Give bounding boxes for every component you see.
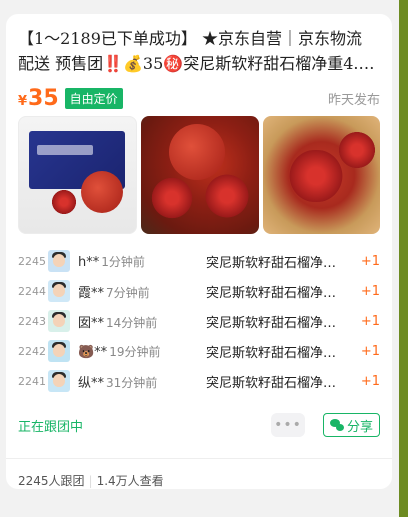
product-image-gallery xyxy=(18,116,380,234)
pomegranate-seeds-graphic xyxy=(49,189,79,215)
order-item: 突尼斯软籽甜石榴净重4.5斤 xyxy=(206,315,346,331)
order-user-name: 纵** xyxy=(78,375,105,391)
product-title-line2: 配送 预售团‼️💰35㊙️突尼斯软籽甜石榴净重4.5斤... xyxy=(18,54,380,73)
order-row[interactable]: 2241 纵**31分钟前 突尼斯软籽甜石榴净重4.5斤 +1 xyxy=(18,366,380,396)
price-row: ¥ 35 自由定价 昨天发布 xyxy=(18,85,380,111)
avatar xyxy=(48,340,70,362)
order-time: 7分钟前 xyxy=(106,285,150,300)
group-stats: 2245人跟团 | 1.4万人查看 xyxy=(18,472,164,489)
order-user: h** 1分钟前 xyxy=(78,253,206,270)
order-row[interactable]: 2243 囡**14分钟前 突尼斯软籽甜石榴净重4.5斤 +1 xyxy=(18,306,380,336)
more-button[interactable]: ••• xyxy=(270,413,305,437)
order-row[interactable]: 2244 霞**7分钟前 突尼斯软籽甜石榴净重4.5斤 +1 xyxy=(18,276,380,306)
price-value: 35 xyxy=(28,85,59,111)
product-image-box[interactable] xyxy=(18,116,138,234)
order-user: 纵** 31分钟前 xyxy=(78,372,206,391)
wechat-icon xyxy=(329,419,344,431)
order-number: 2245 xyxy=(18,254,46,268)
publish-time: 昨天发布 xyxy=(327,92,380,108)
order-item: 突尼斯软籽甜石榴净重4.5斤 xyxy=(206,285,346,301)
order-user-name: 🐻** xyxy=(78,344,108,360)
group-buy-card[interactable]: 【1～2189已下单成功】 ★京东自营｜京东物流 配送 预售团‼️💰35㊙️突尼… xyxy=(6,14,392,489)
share-label: 分享 xyxy=(346,419,373,435)
order-user-name: 囡** xyxy=(78,315,105,331)
order-user: 囡** 14分钟前 xyxy=(78,312,206,331)
pomegranate-graphic xyxy=(81,171,123,213)
order-row[interactable]: 2245 h**1分钟前 突尼斯软籽甜石榴净重4.5斤 +1 xyxy=(18,246,380,276)
price-badge: 自由定价 xyxy=(64,87,123,109)
product-image-fruit[interactable] xyxy=(141,116,259,234)
order-user: 霞** 7分钟前 xyxy=(78,282,206,301)
window-edge-strip xyxy=(399,0,408,517)
order-time: 31分钟前 xyxy=(106,375,158,390)
product-title[interactable]: 【1～2189已下单成功】 ★京东自营｜京东物流 配送 预售团‼️💰35㊙️突尼… xyxy=(18,26,380,76)
price-currency: ¥ xyxy=(18,93,28,109)
order-number: 2242 xyxy=(18,344,46,358)
order-user-name: 霞** xyxy=(78,285,105,301)
order-time: 1分钟前 xyxy=(101,254,145,269)
order-user-name: h** xyxy=(78,254,100,270)
pomegranate-graphic xyxy=(169,124,226,180)
view-count: 1.4万人查看 xyxy=(96,474,164,488)
product-image-seeds[interactable] xyxy=(262,116,380,234)
order-time: 14分钟前 xyxy=(106,315,158,330)
order-item: 突尼斯软籽甜石榴净重4.5斤 xyxy=(206,255,346,271)
gift-box-label xyxy=(37,145,93,155)
order-time: 19分钟前 xyxy=(109,344,161,359)
action-bar: 正在跟团中 ••• 分享 xyxy=(18,412,380,438)
avatar xyxy=(48,250,70,272)
group-status: 正在跟团中 xyxy=(18,419,84,435)
order-quantity: +1 xyxy=(360,313,380,329)
stats-separator: | xyxy=(88,473,93,488)
order-list: 2245 h**1分钟前 突尼斯软籽甜石榴净重4.5斤 +1 2244 霞**7… xyxy=(18,246,380,396)
order-row[interactable]: 2242 🐻**19分钟前 突尼斯软籽甜石榴净重4.5斤 +1 xyxy=(18,336,380,366)
order-user: 🐻** 19分钟前 xyxy=(78,343,206,360)
order-number: 2241 xyxy=(18,374,46,388)
order-quantity: +1 xyxy=(360,283,380,299)
pomegranate-seeds-graphic xyxy=(147,176,198,220)
pomegranate-seeds-graphic xyxy=(334,130,379,170)
pomegranate-seeds-graphic xyxy=(201,172,254,220)
product-title-line1: 【1～2189已下单成功】 ★京东自营｜京东物流 xyxy=(18,29,362,48)
divider xyxy=(6,458,392,459)
order-quantity: +1 xyxy=(360,373,380,389)
order-quantity: +1 xyxy=(360,343,380,359)
avatar xyxy=(48,280,70,302)
share-button[interactable]: 分享 xyxy=(322,413,380,437)
avatar xyxy=(48,310,70,332)
order-item: 突尼斯软籽甜石榴净重4.5斤 xyxy=(206,345,346,361)
order-number: 2244 xyxy=(18,284,46,298)
avatar xyxy=(48,370,70,392)
follower-count: 2245人跟团 xyxy=(18,474,85,488)
order-quantity: +1 xyxy=(360,253,380,269)
order-number: 2243 xyxy=(18,314,46,328)
order-item: 突尼斯软籽甜石榴净重4.5斤 xyxy=(206,375,346,391)
